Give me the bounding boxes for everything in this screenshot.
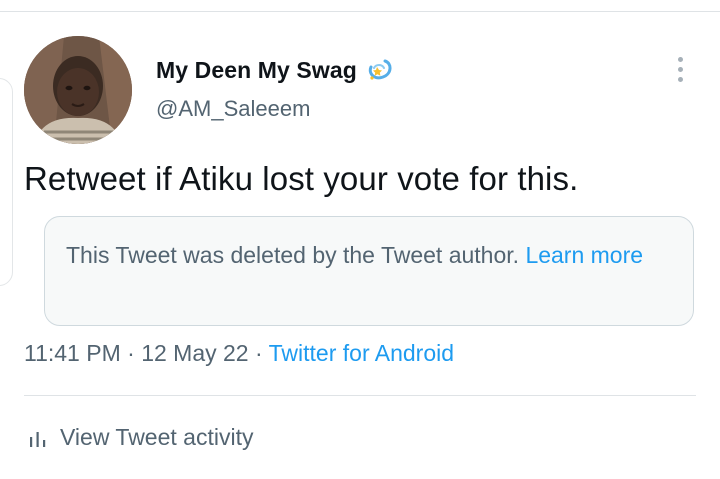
- top-divider: [0, 11, 720, 12]
- tweet-source-link[interactable]: Twitter for Android: [269, 340, 454, 366]
- tweet-date[interactable]: 12 May 22: [141, 340, 248, 366]
- quoted-tweet-card[interactable]: This Tweet was deleted by the Tweet auth…: [44, 216, 694, 326]
- author-handle[interactable]: @AM_Saleeem: [156, 96, 310, 122]
- bar-chart-icon: [28, 427, 48, 449]
- meta-separator: ·: [127, 340, 135, 366]
- learn-more-link[interactable]: Learn more: [525, 242, 643, 268]
- tweet-meta: 11:41 PM · 12 May 22 · Twitter for Andro…: [24, 340, 454, 367]
- author-display-name[interactable]: My Deen My Swag: [156, 57, 357, 84]
- view-tweet-activity-label: View Tweet activity: [60, 424, 254, 450]
- deleted-tweet-notice: This Tweet was deleted by the Tweet auth…: [66, 238, 671, 273]
- meta-separator: ·: [255, 340, 263, 366]
- more-options-icon[interactable]: [670, 54, 690, 84]
- author-name-row[interactable]: My Deen My Swag: [156, 56, 393, 84]
- tweet-text: Retweet if Atiku lost your vote for this…: [24, 160, 579, 197]
- avatar-photo: [24, 36, 132, 144]
- tweet-time[interactable]: 11:41 PM: [24, 340, 121, 366]
- deleted-message: This Tweet was deleted by the Tweet auth…: [66, 242, 520, 268]
- adjacent-card-edge: [0, 78, 13, 286]
- activity-divider: [24, 395, 696, 396]
- view-tweet-activity-button[interactable]: View Tweet activity: [24, 424, 253, 451]
- dizzy-emoji-icon: [365, 56, 393, 84]
- avatar[interactable]: [24, 36, 132, 144]
